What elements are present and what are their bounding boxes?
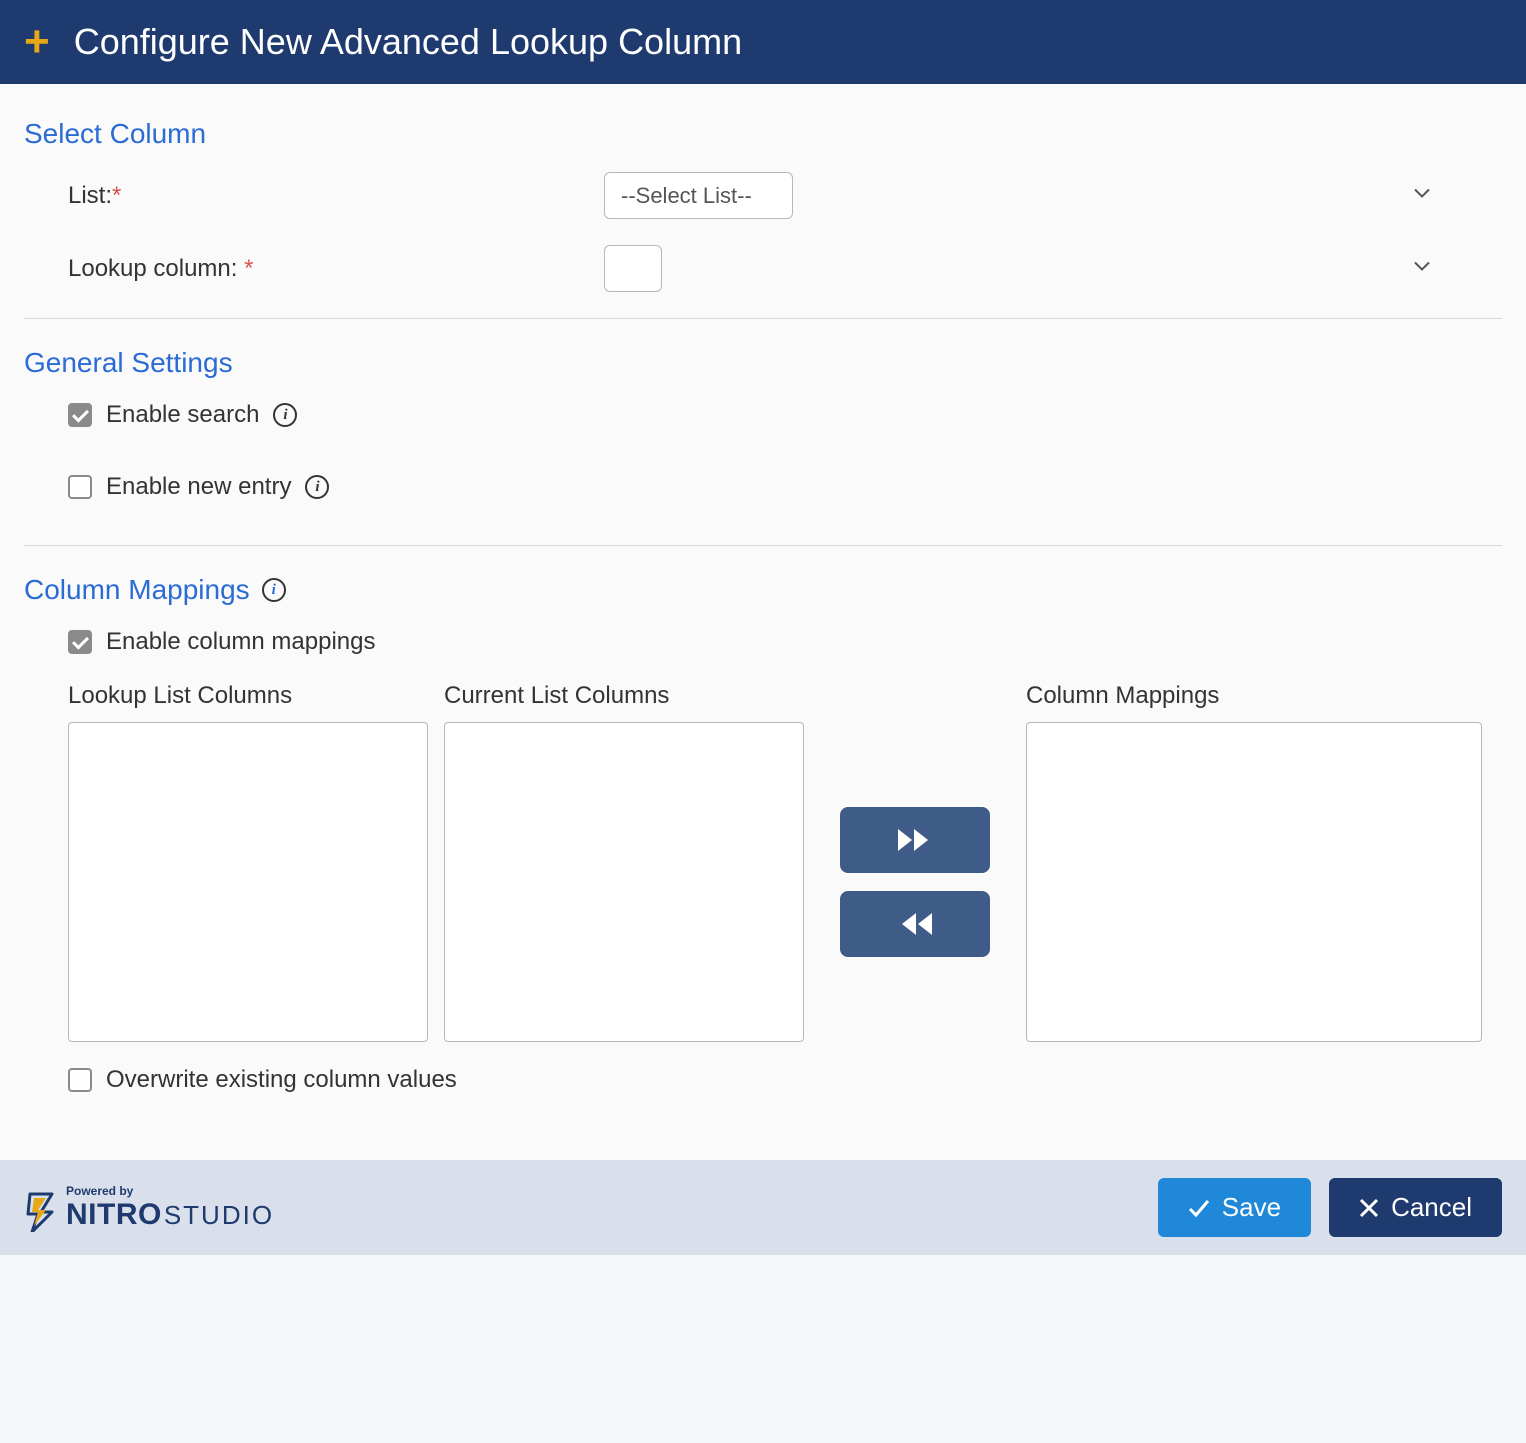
cancel-button[interactable]: Cancel [1329,1178,1502,1237]
dialog-header: + Configure New Advanced Lookup Column [0,0,1526,84]
nitro-studio-logo: Powered by NITRO STUDIO [24,1184,274,1232]
lookup-list-columns-label: Lookup List Columns [68,682,428,710]
logo-text: Powered by NITRO STUDIO [66,1184,274,1232]
required-marker: * [112,182,121,209]
section-column-mappings-title-text: Column Mappings [24,574,250,606]
field-list-row: List:* --Select List-- [24,172,1502,219]
studio-text: STUDIO [164,1200,274,1231]
overwrite-row: Overwrite existing column values [24,1066,1502,1094]
column-mappings-grid: Lookup List Columns Current List Columns… [24,682,1502,1042]
list-select[interactable]: --Select List-- [604,172,793,219]
plus-icon: + [24,20,50,64]
close-icon [1359,1198,1379,1218]
enable-column-mappings-row: Enable column mappings [24,628,1502,656]
divider [24,545,1502,546]
fast-forward-icon [898,829,932,851]
info-icon[interactable]: i [305,475,329,499]
footer-buttons: Save Cancel [1158,1178,1502,1237]
field-list-label-text: List: [68,182,112,209]
info-icon[interactable]: i [273,403,297,427]
field-list-label: List:* [24,182,604,210]
enable-new-entry-checkbox[interactable] [68,475,92,499]
dialog: + Configure New Advanced Lookup Column S… [0,0,1526,1255]
lookup-list-columns-block: Lookup List Columns [68,682,428,1042]
required-marker: * [244,255,253,282]
field-lookup-label: Lookup column: * [24,255,604,283]
section-column-mappings-title: Column Mappings i [24,574,1502,606]
save-button-label: Save [1222,1192,1281,1223]
lookup-list-columns-listbox[interactable] [68,722,428,1042]
field-lookup-label-text: Lookup column: [68,255,244,282]
chevron-down-icon [1414,185,1430,206]
dialog-body: Select Column List:* --Select List-- Loo… [0,84,1526,1160]
remove-mapping-button[interactable] [840,891,990,957]
save-button[interactable]: Save [1158,1178,1311,1237]
chevron-down-icon [1414,258,1430,279]
cancel-button-label: Cancel [1391,1192,1472,1223]
mapping-arrows [820,722,1010,1042]
section-select-column-title: Select Column [24,118,1502,150]
current-list-columns-label: Current List Columns [444,682,804,710]
enable-column-mappings-checkbox[interactable] [68,630,92,654]
rewind-icon [898,913,932,935]
overwrite-checkbox[interactable] [68,1068,92,1092]
column-mappings-block: Column Mappings [1026,682,1482,1042]
section-general-settings-title: General Settings [24,347,1502,379]
check-icon [1188,1197,1210,1219]
overwrite-label: Overwrite existing column values [106,1066,457,1094]
enable-search-checkbox[interactable] [68,403,92,427]
brand-text: NITRO [66,1198,162,1232]
dialog-footer: Powered by NITRO STUDIO Save Cancel [0,1160,1526,1255]
field-lookup-row: Lookup column: * [24,245,1502,292]
divider [24,318,1502,319]
dialog-title: Configure New Advanced Lookup Column [74,21,742,63]
current-list-columns-listbox[interactable] [444,722,804,1042]
lookup-select-wrap [604,245,1444,292]
current-list-columns-block: Current List Columns [444,682,804,1042]
enable-search-row: Enable search i [24,401,1502,429]
column-mappings-label: Column Mappings [1026,682,1482,710]
add-mapping-button[interactable] [840,807,990,873]
enable-search-label: Enable search [106,401,259,429]
list-select-wrap: --Select List-- [604,172,1444,219]
column-mappings-listbox[interactable] [1026,722,1482,1042]
enable-column-mappings-label: Enable column mappings [106,628,376,656]
lookup-column-select[interactable] [604,245,662,292]
nitro-bolt-icon [24,1192,58,1232]
info-icon[interactable]: i [262,578,286,602]
enable-new-entry-label: Enable new entry [106,473,291,501]
powered-by-text: Powered by [66,1184,274,1198]
enable-new-entry-row: Enable new entry i [24,473,1502,501]
